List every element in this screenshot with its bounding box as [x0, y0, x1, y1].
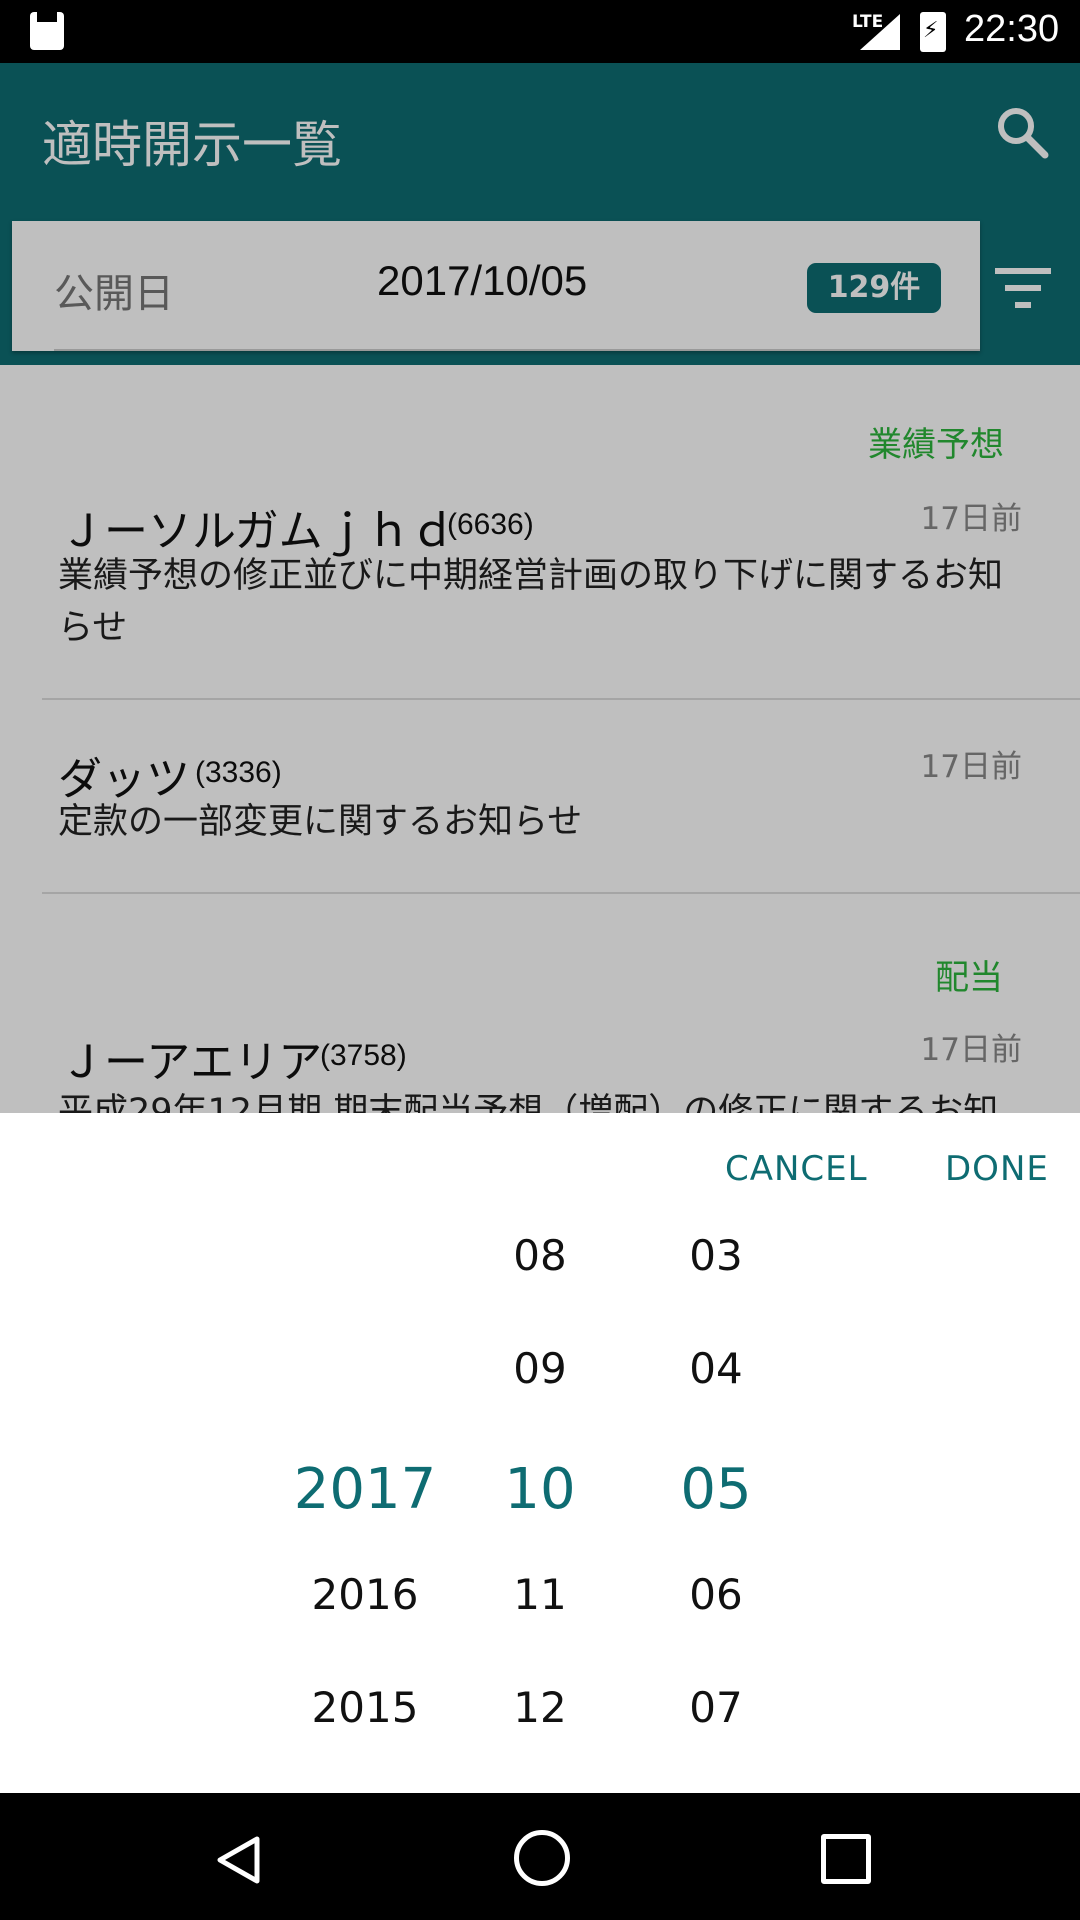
- year-option[interactable]: [275, 1344, 455, 1457]
- signal-icon: [860, 14, 900, 50]
- back-icon[interactable]: [215, 1835, 261, 1885]
- month-option[interactable]: 12: [450, 1683, 630, 1796]
- clock: 22:30: [964, 8, 1060, 50]
- home-icon[interactable]: [514, 1830, 570, 1886]
- day-wheel[interactable]: 03 04 05 06 07: [626, 1231, 806, 1796]
- month-option-selected[interactable]: 10: [450, 1457, 630, 1570]
- year-option[interactable]: 2015: [275, 1683, 455, 1796]
- recent-apps-icon[interactable]: [821, 1834, 871, 1884]
- year-wheel[interactable]: 2017 2016 2015: [275, 1231, 455, 1796]
- year-option[interactable]: 2016: [275, 1570, 455, 1683]
- cancel-button[interactable]: CANCEL: [725, 1149, 868, 1189]
- day-option[interactable]: 04: [626, 1344, 806, 1457]
- day-option[interactable]: 03: [626, 1231, 806, 1344]
- month-wheel[interactable]: 08 09 10 11 12: [450, 1231, 630, 1796]
- month-option[interactable]: 11: [450, 1570, 630, 1683]
- month-option[interactable]: 08: [450, 1231, 630, 1344]
- sd-card-icon: [30, 12, 64, 50]
- day-option[interactable]: 06: [626, 1570, 806, 1683]
- status-bar: LTE 22:30: [0, 0, 1080, 63]
- battery-charging-icon: [920, 12, 946, 52]
- system-nav-bar: [0, 1793, 1080, 1920]
- year-option-selected[interactable]: 2017: [275, 1457, 455, 1570]
- day-option-selected[interactable]: 05: [626, 1457, 806, 1570]
- day-option[interactable]: 07: [626, 1683, 806, 1796]
- date-picker-sheet: CANCEL DONE 2017 2016 2015 08 09 10 11 1…: [0, 1113, 1080, 1793]
- year-option[interactable]: [275, 1231, 455, 1344]
- dialog-scrim[interactable]: [0, 63, 1080, 1113]
- month-option[interactable]: 09: [450, 1344, 630, 1457]
- done-button[interactable]: DONE: [945, 1149, 1049, 1189]
